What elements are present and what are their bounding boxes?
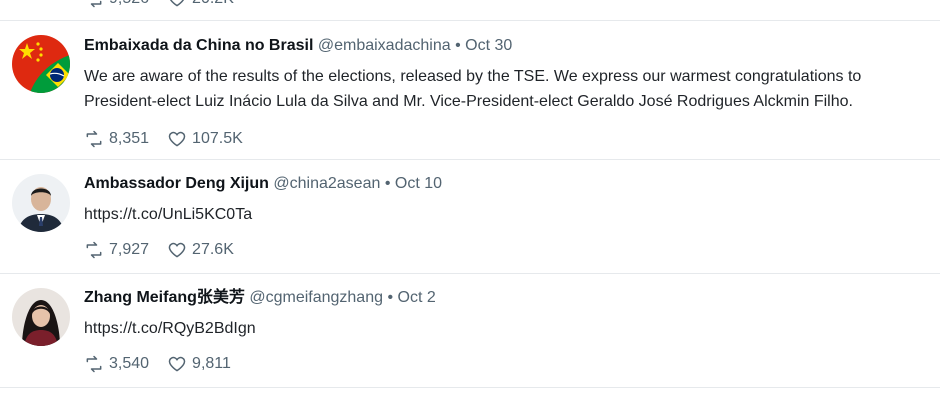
tweet[interactable]: Embaixada da China no Brasil @embaixadac… — [0, 20, 940, 160]
retweet-action[interactable]: 8,351 — [84, 129, 149, 149]
retweet-icon — [86, 241, 102, 259]
avatar[interactable] — [12, 288, 70, 346]
flags-avatar-image — [12, 35, 70, 93]
heart-icon — [168, 356, 186, 372]
tweet-header: Ambassador Deng Xijun @china2asean • Oct… — [84, 174, 920, 194]
retweet-action[interactable]: 7,927 — [84, 240, 149, 260]
tweet-content: Ambassador Deng Xijun @china2asean • Oct… — [84, 174, 920, 261]
retweet-count: 9,526 — [109, 0, 149, 9]
retweet-icon — [90, 0, 102, 8]
avatar[interactable] — [12, 174, 70, 232]
author-name[interactable]: Ambassador Deng Xijun — [84, 175, 269, 192]
tweet-content: Zhang Meifang张美芳 @cgmeifangzhang • Oct 2… — [84, 288, 920, 375]
avatar[interactable] — [12, 35, 70, 93]
tweet-feed: 9,526 20.2K E — [0, 0, 940, 400]
tweet[interactable]: Zhang Meifang张美芳 @cgmeifangzhang • Oct 2… — [0, 274, 940, 388]
retweet-action[interactable]: 3,540 — [84, 354, 149, 374]
author-name[interactable]: Zhang Meifang张美芳 — [84, 289, 245, 306]
previous-tweet-partial: 9,526 20.2K — [0, 0, 940, 21]
like-action[interactable]: 20.2K — [167, 0, 234, 9]
separator-dot: • — [455, 37, 461, 54]
retweet-count: 7,927 — [109, 241, 150, 258]
like-action[interactable]: 27.6K — [167, 240, 234, 260]
tweet-header: Embaixada da China no Brasil @embaixadac… — [84, 36, 920, 56]
retweet-icon — [86, 355, 102, 373]
separator-dot: • — [387, 289, 394, 306]
like-count: 9,811 — [192, 355, 231, 372]
tweet-date[interactable]: Oct 2 — [398, 289, 436, 306]
tweet-stats: 3,540 9,811 — [84, 353, 920, 375]
heart-icon — [169, 0, 185, 7]
retweet-count: 8,351 — [109, 130, 150, 147]
tweet-stats: 8,351 107.5K — [84, 128, 920, 150]
like-action[interactable]: 9,811 — [167, 354, 231, 374]
author-handle[interactable]: @china2asean — [273, 175, 380, 192]
like-count: 20.2K — [192, 0, 234, 9]
retweet-action[interactable]: 9,526 — [84, 0, 149, 9]
retweet-icon — [86, 130, 102, 148]
tweet-stats: 9,526 20.2K — [84, 0, 252, 10]
tweet-link[interactable]: https://t.co/RQyB2BdIgn — [84, 316, 920, 341]
retweet-count: 3,540 — [109, 355, 150, 372]
tweet-stats: 7,927 27.6K — [84, 239, 920, 261]
person-avatar-image — [12, 288, 70, 346]
like-action[interactable]: 107.5K — [167, 129, 243, 149]
tweet-content: Embaixada da China no Brasil @embaixadac… — [84, 36, 920, 150]
like-count: 27.6K — [192, 241, 234, 258]
tweet-header: Zhang Meifang张美芳 @cgmeifangzhang • Oct 2 — [84, 288, 920, 308]
author-handle[interactable]: @cgmeifangzhang — [249, 289, 383, 306]
tweet-date[interactable]: Oct 10 — [395, 175, 442, 192]
author-name[interactable]: Embaixada da China no Brasil — [84, 37, 313, 54]
separator-dot: • — [384, 175, 391, 192]
tweet[interactable]: Ambassador Deng Xijun @china2asean • Oct… — [0, 160, 940, 274]
tweet-text: We are aware of the results of the elect… — [84, 68, 862, 110]
heart-icon — [168, 131, 186, 147]
author-handle[interactable]: @embaixadachina — [318, 37, 451, 54]
tweet-date[interactable]: Oct 30 — [465, 37, 512, 54]
like-count: 107.5K — [192, 130, 243, 147]
person-avatar-image — [12, 174, 70, 232]
tweet-link[interactable]: https://t.co/UnLi5KC0Ta — [84, 202, 920, 227]
heart-icon — [168, 242, 186, 258]
